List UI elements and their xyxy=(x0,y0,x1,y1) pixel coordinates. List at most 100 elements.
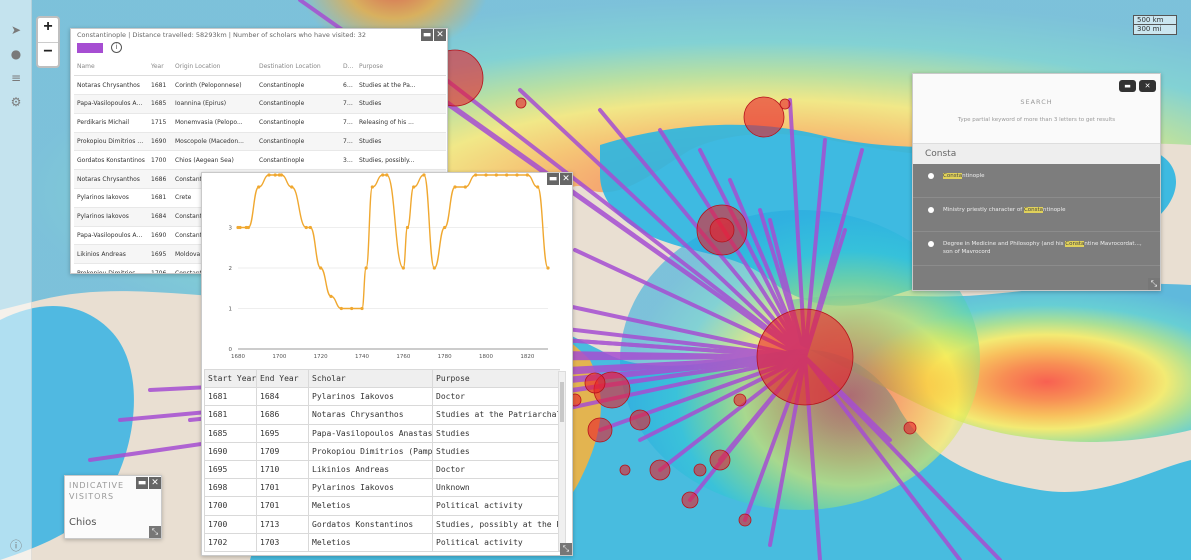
table-row[interactable]: Papa-Vasilopoulos Ana... 1685 Ioannina (Ep… xyxy=(74,94,446,114)
chart-point xyxy=(329,294,333,298)
table-cell: Studies xyxy=(356,132,446,152)
chart-point xyxy=(546,266,550,270)
table-cell: 1681 xyxy=(148,75,172,96)
column-header[interactable]: Origin Location xyxy=(172,57,256,77)
zoom-out-button[interactable]: − xyxy=(38,42,58,66)
gear-icon[interactable]: ⚙ xyxy=(8,94,24,110)
chart-point xyxy=(484,173,488,177)
table-cell: 1695 xyxy=(204,459,257,480)
chart-point xyxy=(474,173,478,177)
search-result-item[interactable]: Degree in Medicine and Philosophy (and h… xyxy=(913,232,1160,266)
visit-bubble xyxy=(681,491,699,509)
timeline-table: Start Year End Year Scholar Purpose 1681 168… xyxy=(204,369,560,552)
visit-bubble xyxy=(629,409,651,431)
table-cell: 1681 xyxy=(148,188,172,208)
table-cell: Gordatos Konstantinos xyxy=(308,514,433,534)
column-header[interactable]: Year xyxy=(148,57,172,77)
table-cell: Unknown xyxy=(432,478,560,498)
resize-handle[interactable]: ⤡ xyxy=(149,526,161,538)
table-row[interactable]: 1698 1701 Pylarinos Iakovos Unknown xyxy=(204,478,560,498)
close-icon[interactable]: ✕ xyxy=(149,477,161,489)
car-icon[interactable]: ● xyxy=(8,46,24,62)
table-cell: 1684 xyxy=(256,387,309,407)
chart-point xyxy=(453,185,457,189)
minimize-icon[interactable]: ▬ xyxy=(136,477,148,489)
table-cell: 1700 xyxy=(204,514,257,534)
route-color-swatch[interactable] xyxy=(77,43,103,53)
table-cell: Constantinople xyxy=(256,75,340,96)
info-icon[interactable]: i xyxy=(111,42,122,53)
table-row[interactable]: 1681 1686 Notaras Chrysanthos Studies at th… xyxy=(204,405,560,425)
send-icon[interactable]: ➤ xyxy=(8,22,24,38)
minimize-icon[interactable]: ▬ xyxy=(1119,80,1136,92)
table-row[interactable]: 1681 1684 Pylarinos Iakovos Doctor xyxy=(204,387,560,407)
column-header[interactable]: Scholar xyxy=(308,369,433,389)
search-result-item[interactable]: Constantinople xyxy=(913,164,1160,198)
column-header[interactable]: Name xyxy=(74,57,148,77)
table-cell: Studies, possibly... xyxy=(356,150,446,171)
list-icon[interactable]: ≡ xyxy=(8,70,24,86)
column-header[interactable]: Purpose xyxy=(432,369,560,389)
result-match-highlight: Consta xyxy=(1065,241,1085,247)
column-header[interactable]: Di... xyxy=(340,57,356,77)
table-row[interactable]: Prokopiou Dimitrios (P... 1690 Moscopole (… xyxy=(74,132,446,152)
table-cell: Pylarinos Iakovos xyxy=(308,478,433,498)
table-cell: Studies xyxy=(356,94,446,114)
table-cell: 1684 xyxy=(148,207,172,227)
result-text: ntinople xyxy=(962,173,985,179)
table-row[interactable]: 1695 1710 Likinios Andreas Doctor xyxy=(204,459,560,480)
chart-point xyxy=(536,185,540,189)
table-row[interactable]: Perdikaris Michail 1715 Monemvasia (Pelopo… xyxy=(74,113,446,133)
indicative-visitors-panel: INDICATIVE VISITORS ▬ ✕ Chios ⤡ xyxy=(64,475,162,539)
table-row[interactable]: Gordatos Konstantinos 1700 Chios (Aegean S… xyxy=(74,150,446,171)
visit-bubble xyxy=(584,372,606,394)
table-cell: Chios (Aegean Sea) xyxy=(172,150,256,171)
zoom-in-button[interactable]: + xyxy=(38,18,58,42)
table-row[interactable]: 1702 1703 Meletios Political activity xyxy=(204,532,560,552)
visit-bubble xyxy=(903,421,917,435)
visit-bubble xyxy=(743,96,785,138)
x-tick-label: 1700 xyxy=(272,354,286,360)
table-cell: Notaras Chrysanthos xyxy=(74,75,148,96)
table-row[interactable]: Notaras Chrysanthos 1681 Corinth (Peloponn… xyxy=(74,75,446,96)
panel-header: Constantinople | Distance travelled: 582… xyxy=(77,31,367,39)
chart-point xyxy=(432,266,436,270)
table-row[interactable]: 1700 1713 Gordatos Konstantinos Studies, po… xyxy=(204,514,560,534)
table-row[interactable]: 16901709Prokopiou Dimitrios (Pamper...St… xyxy=(204,441,560,461)
visitors-label: INDICATIVE VISITORS xyxy=(69,481,125,501)
scrollbar-thumb[interactable] xyxy=(560,382,564,422)
table-cell: Studies xyxy=(432,423,560,443)
resize-handle[interactable]: ⤡ xyxy=(1148,278,1160,290)
chart-point xyxy=(257,185,261,189)
x-tick-label: 1760 xyxy=(396,354,410,360)
search-result-item[interactable]: Ministry priestly character of Constanti… xyxy=(913,198,1160,232)
table-cell: Papa-Vasilopoulos Ana... xyxy=(74,94,148,114)
table-cell: 1690 xyxy=(204,441,257,461)
close-icon[interactable]: ✕ xyxy=(1139,80,1156,92)
table-cell: 1681 xyxy=(204,405,257,425)
table-row[interactable]: 1700 1701 Meletios Political activity xyxy=(204,496,560,516)
table-row[interactable]: 16851695Papa-Vasilopoulos AnastasiosStud… xyxy=(204,423,560,443)
table-cell: 1681 xyxy=(204,387,257,407)
column-header[interactable]: Purpose xyxy=(356,57,446,77)
column-header[interactable]: End Year xyxy=(256,369,309,389)
resize-handle[interactable]: ⤡ xyxy=(560,543,572,555)
table-cell: Constantinople xyxy=(256,94,340,114)
visitors-value: Chios xyxy=(69,517,97,528)
chart-point xyxy=(463,185,467,189)
table-cell: Studies at the Pa... xyxy=(356,75,446,96)
search-input[interactable]: Consta xyxy=(913,143,1160,164)
info-icon[interactable]: ⓘ xyxy=(8,538,24,554)
table-cell: Notaras Chrysanthos xyxy=(74,169,148,190)
chart-point xyxy=(279,173,283,177)
table-scrollbar[interactable] xyxy=(558,371,566,551)
minimize-icon[interactable]: ▬ xyxy=(421,29,433,41)
table-header-row: Start Year End Year Scholar Purpose xyxy=(204,369,560,389)
column-header[interactable]: Destination Location xyxy=(256,57,340,77)
chart-point xyxy=(364,266,368,270)
chart-point xyxy=(360,306,364,311)
x-tick-label: 1800 xyxy=(479,354,493,360)
column-header[interactable]: Start Year xyxy=(204,369,257,389)
table-cell: Meletios xyxy=(308,532,433,552)
close-icon[interactable]: ✕ xyxy=(434,29,446,41)
